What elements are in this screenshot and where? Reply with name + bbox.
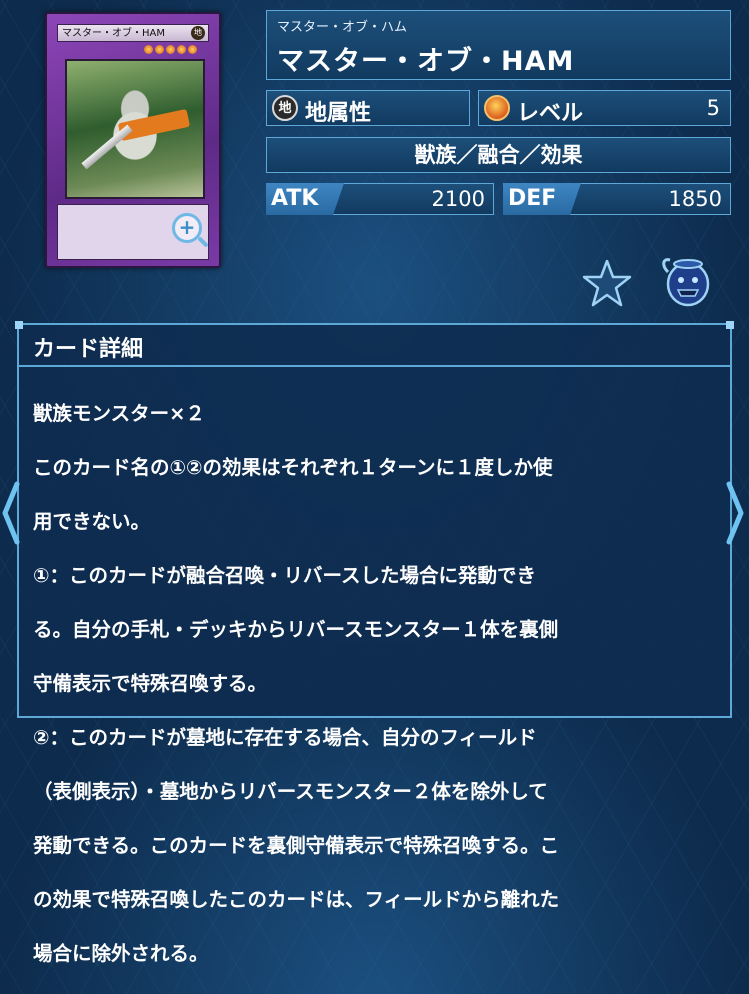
level-panel: レベル 5 — [478, 90, 731, 126]
previous-card-arrow-icon[interactable] — [0, 478, 24, 548]
card-effect-text: 獣族モンスター×２ このカード名の①②の効果はそれぞれ１ターンに１度しか使 用で… — [33, 373, 720, 994]
effect-line: 発動できる。このカードを裏側守備表示で特殊召喚する。こ — [33, 834, 560, 857]
earth-attribute-icon: 地 — [272, 95, 298, 121]
level-value: 5 — [706, 96, 720, 120]
card-artwork — [65, 59, 205, 199]
atk-value: 2100 — [431, 187, 485, 211]
level-label: レベル — [517, 101, 584, 126]
type-line: 獣族／融合／効果 — [414, 143, 583, 167]
effect-line: このカード名の①②の効果はそれぞれ１ターンに１度しか使 — [33, 456, 553, 479]
effect-line: ①：このカードが融合召喚・リバースした場合に発動でき — [33, 564, 537, 587]
card-text-box: + — [57, 204, 209, 260]
atk-panel: ATK 2100 — [266, 183, 494, 215]
level-star-icon — [155, 45, 164, 54]
effect-line: の効果で特殊召喚したこのカードは、フィールドから離れた — [33, 888, 560, 911]
effect-line: る。自分の手札・デッキからリバースモンスター１体を裏側 — [33, 618, 559, 641]
pot-icon[interactable] — [660, 254, 712, 308]
effect-line: 守備表示で特殊召喚する。 — [33, 672, 268, 695]
detail-header: カード詳細 — [19, 325, 730, 367]
artwork-sword — [81, 124, 133, 170]
effect-line: 場合に除外される。 — [33, 942, 209, 965]
atk-label: ATK — [266, 183, 344, 215]
card-name-ruby: マスター・オブ・ハム — [277, 20, 408, 35]
artwork-scarf — [117, 108, 191, 142]
effect-line: 用できない。 — [33, 510, 151, 533]
card-name-bar: マスター・オブ・HAM 地 — [57, 24, 209, 42]
effect-line: 獣族モンスター×２ — [33, 402, 205, 425]
card-detail-box[interactable]: カード詳細 獣族モンスター×２ このカード名の①②の効果はそれぞれ１ターンに１度… — [15, 321, 734, 965]
zoom-in-icon[interactable]: + — [172, 213, 202, 243]
card-level-stars — [144, 45, 197, 55]
level-star-icon — [188, 45, 197, 54]
next-card-arrow-icon[interactable] — [722, 478, 748, 548]
attribute-panel: 地 地属性 — [266, 90, 470, 126]
detail-title: カード詳細 — [33, 337, 144, 362]
card-attribute-icon: 地 — [191, 26, 205, 40]
card-image[interactable]: マスター・オブ・HAM 地 + — [45, 12, 221, 268]
level-star-icon — [177, 45, 186, 54]
level-star-icon — [484, 95, 510, 121]
def-value: 1850 — [668, 187, 722, 211]
effect-line: （表側表示）・墓地からリバースモンスター２体を除外して — [33, 780, 548, 803]
level-star-icon — [166, 45, 175, 54]
card-name-panel: マスター・オブ・ハム マスター・オブ・HAM — [266, 10, 731, 80]
effect-line: ②：このカードが墓地に存在する場合、自分のフィールド — [33, 726, 537, 749]
type-panel: 獣族／融合／効果 — [266, 137, 731, 173]
card-name: マスター・オブ・HAM — [277, 46, 575, 77]
def-panel: DEF 1850 — [503, 183, 731, 215]
level-star-icon — [144, 45, 153, 54]
attribute-label: 地属性 — [305, 101, 372, 126]
def-label: DEF — [503, 183, 581, 215]
card-name-small: マスター・オブ・HAM — [62, 28, 165, 39]
favorite-star-icon[interactable] — [581, 258, 633, 308]
